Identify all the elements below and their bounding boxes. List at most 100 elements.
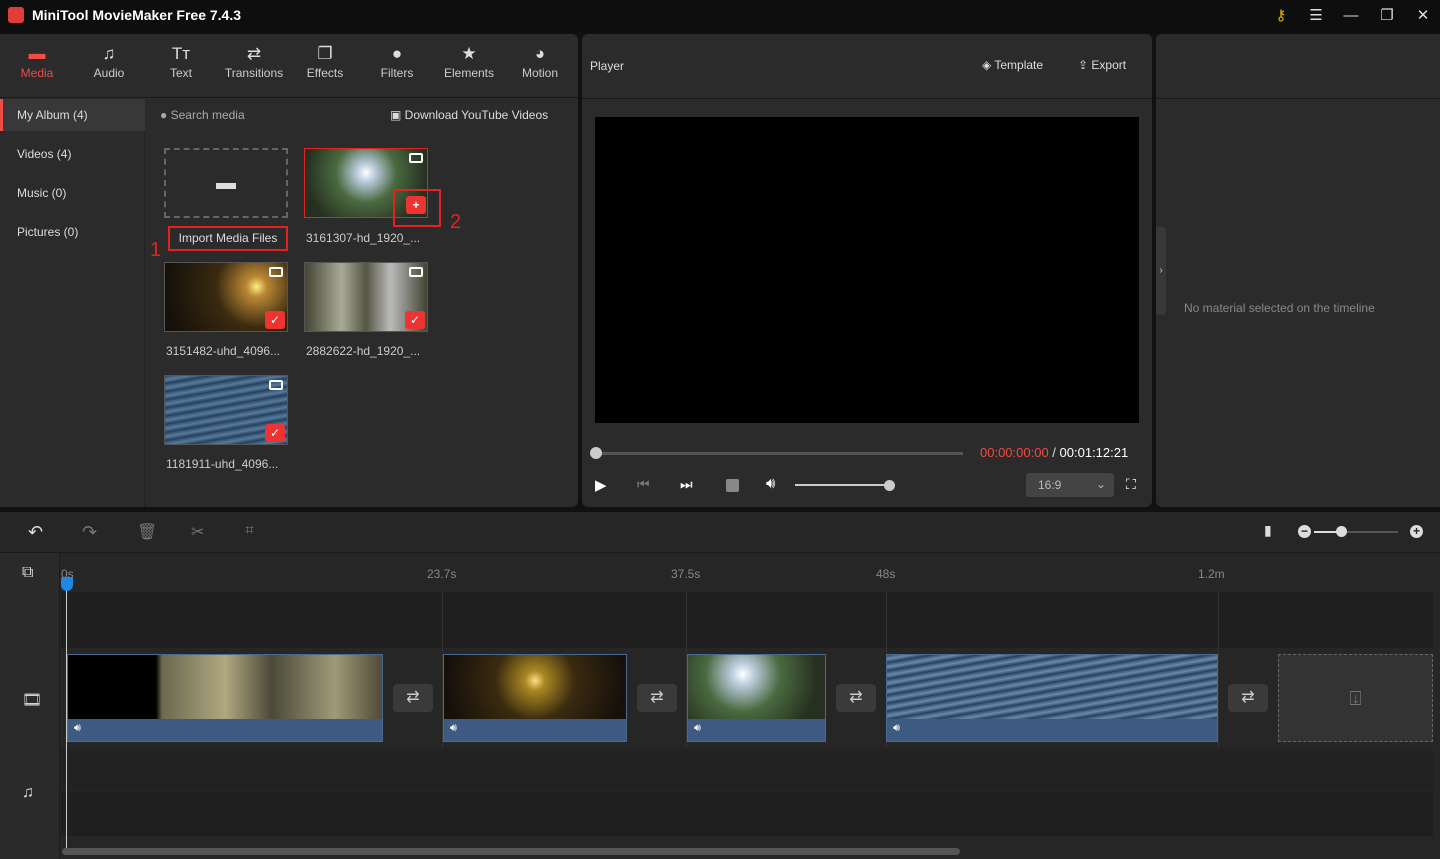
menu-icon[interactable]: ☰: [1305, 5, 1327, 27]
media-item-name: 3161307-hd_1920_...: [306, 231, 421, 245]
ruler-tick: 37.5s: [671, 567, 701, 581]
elements-icon: ★: [461, 44, 477, 63]
properties-panel: › No material selected on the timeline: [1156, 34, 1440, 507]
video-preview: [595, 117, 1139, 423]
tab-audio[interactable]: ♫ Audio: [77, 44, 141, 80]
sidebar-item-music[interactable]: Music (0): [0, 177, 145, 209]
volume-icon[interactable]: 🔊︎: [766, 475, 775, 492]
transition-slot[interactable]: ⇄: [836, 684, 876, 712]
zoom-slider-handle[interactable]: [1336, 526, 1347, 537]
stop-button[interactable]: [726, 479, 739, 492]
media-panel: ▬ Media ♫ Audio Tт Text ⇄ Transitions ❐ Effec…: [0, 34, 578, 507]
clip-audio-icon: 🔊︎: [893, 722, 900, 734]
clip-audio-icon: 🔊︎: [694, 722, 701, 734]
key-icon[interactable]: ⚷: [1270, 5, 1292, 27]
folder-icon: ▬: [216, 172, 236, 194]
download-youtube-button[interactable]: ▣ Download YouTube Videos: [390, 108, 548, 122]
filters-icon: ●: [391, 44, 403, 63]
divider: [1156, 98, 1440, 99]
export-button[interactable]: ⇪ Export: [1078, 58, 1126, 72]
media-item-name: 2882622-hd_1920_...: [306, 344, 421, 358]
empty-track: [61, 592, 1433, 648]
tab-effects[interactable]: ❐ Effects: [293, 44, 357, 80]
time-display: 00:00:00:00 / 00:01:12:21: [980, 445, 1129, 460]
video-camera-icon: [269, 380, 283, 390]
added-check-icon: ✓: [265, 424, 285, 442]
drop-media-slot[interactable]: ⍗: [1278, 654, 1433, 742]
empty-properties-message: No material selected on the timeline: [1184, 301, 1375, 315]
split-scissors-icon[interactable]: ✂: [191, 522, 204, 542]
motion-icon: ◕: [534, 44, 546, 63]
template-button[interactable]: ◈ Template: [982, 58, 1043, 72]
audio-track: [61, 749, 1433, 791]
zoom-out-icon[interactable]: −: [1298, 525, 1311, 538]
media-item-thumbnail[interactable]: ✓: [164, 262, 288, 332]
tab-motion[interactable]: ◕ Motion: [508, 44, 572, 80]
seek-handle[interactable]: [590, 447, 602, 459]
horizontal-scrollbar[interactable]: [62, 848, 960, 855]
sidebar-item-videos[interactable]: Videos (4): [0, 138, 145, 170]
delete-icon[interactable]: 🗑︎: [137, 522, 157, 542]
media-item-thumbnail[interactable]: ✓: [304, 262, 428, 332]
previous-frame-button[interactable]: ⏮: [637, 476, 650, 493]
gridline: [1218, 592, 1219, 748]
main-toolbar: ▬ Media ♫ Audio Tт Text ⇄ Transitions ❐ Effec…: [0, 34, 578, 98]
seek-bar[interactable]: [595, 452, 963, 455]
transition-slot[interactable]: ⇄: [637, 684, 677, 712]
tab-transitions[interactable]: ⇄ Transitions: [218, 44, 290, 80]
search-input[interactable]: ● Search media: [160, 108, 245, 122]
media-item-name: 1181911-uhd_4096...: [166, 457, 279, 471]
chevron-down-icon: ⌄: [1095, 477, 1106, 491]
expand-panel-handle[interactable]: ›: [1156, 227, 1166, 315]
video-clip[interactable]: 🔊︎: [67, 654, 383, 742]
transitions-icon: ⇄: [246, 44, 262, 63]
app-title: MiniTool MovieMaker Free 7.4.3: [32, 7, 242, 23]
added-check-icon: ✓: [265, 311, 285, 329]
search-icon: ●: [160, 108, 171, 122]
transition-slot[interactable]: ⇄: [1228, 684, 1268, 712]
import-media-tile[interactable]: ▬: [164, 148, 288, 218]
clip-audio-icon: 🔊︎: [450, 722, 457, 734]
annotation-2: 2: [450, 211, 462, 233]
sidebar-item-pictures[interactable]: Pictures (0): [0, 216, 145, 248]
tab-media[interactable]: ▬ Media: [5, 44, 69, 80]
play-button[interactable]: ▶: [595, 476, 607, 494]
audio-track: [61, 792, 1433, 836]
transition-slot[interactable]: ⇄: [393, 684, 433, 712]
next-frame-button[interactable]: ⏭: [680, 476, 693, 493]
playhead-handle[interactable]: [61, 577, 73, 591]
media-sidebar: My Album (4) Videos (4) Music (0) Pictur…: [0, 99, 145, 507]
import-media-button[interactable]: Import Media Files: [168, 226, 288, 251]
crop-icon[interactable]: ⌗: [245, 522, 254, 540]
title-bar: MiniTool MovieMaker Free 7.4.3 ⚷ ☰ — ❐ ✕: [0, 0, 1440, 33]
fullscreen-icon[interactable]: ⛶: [1126, 476, 1136, 493]
fit-timeline-icon[interactable]: ▮: [1264, 522, 1272, 539]
annotation-1: 1: [150, 239, 162, 261]
tab-text[interactable]: Tт Text: [149, 44, 213, 80]
video-clip[interactable]: 🔊︎: [443, 654, 627, 742]
zoom-in-icon[interactable]: +: [1410, 525, 1423, 538]
divider: [0, 552, 1440, 553]
close-button[interactable]: ✕: [1412, 5, 1434, 27]
effects-icon: ❐: [317, 44, 333, 63]
maximize-button[interactable]: ❐: [1376, 5, 1398, 27]
video-clip[interactable]: 🔊︎: [687, 654, 826, 742]
minimize-button[interactable]: —: [1340, 5, 1362, 27]
add-track-icon[interactable]: ⧉: [22, 564, 33, 582]
zoom-slider[interactable]: [1314, 531, 1398, 533]
aspect-ratio-select[interactable]: 16:9 ⌄: [1026, 473, 1114, 497]
video-camera-icon: [409, 153, 423, 163]
add-to-timeline-icon[interactable]: +: [406, 196, 426, 214]
playhead-line[interactable]: [66, 582, 67, 850]
redo-icon[interactable]: ↷: [82, 522, 97, 543]
volume-slider[interactable]: [795, 484, 889, 486]
export-icon: ⇪: [1078, 58, 1092, 72]
tab-elements[interactable]: ★ Elements: [437, 44, 501, 80]
media-item-name: 3151482-uhd_4096...: [166, 344, 281, 358]
volume-handle[interactable]: [884, 480, 895, 491]
video-clip[interactable]: 🔊︎: [886, 654, 1218, 742]
sidebar-item-my-album[interactable]: My Album (4): [0, 99, 145, 131]
media-item-thumbnail[interactable]: ✓: [164, 375, 288, 445]
undo-icon[interactable]: ↶: [28, 522, 43, 543]
tab-filters[interactable]: ● Filters: [365, 44, 429, 80]
